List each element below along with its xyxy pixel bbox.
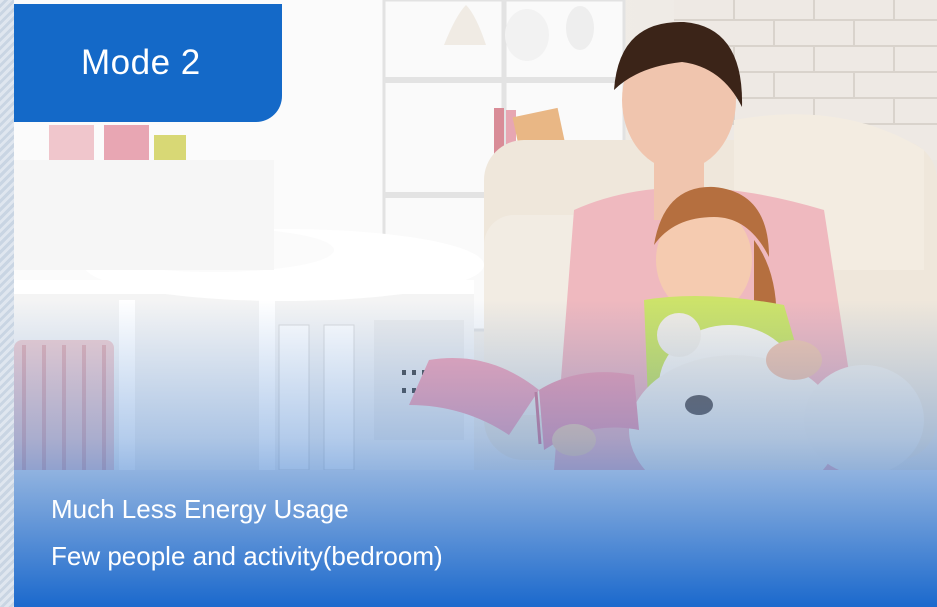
mode-label: Mode 2 [81, 43, 201, 82]
caption-occupancy: Few people and activity(bedroom) [51, 541, 443, 571]
caption-energy-usage: Much Less Energy Usage [51, 494, 349, 524]
mode-badge: Mode 2 [14, 4, 282, 122]
decorative-side-stripe [0, 0, 14, 607]
mode-card: Mode 2 Much Less Energy Usage Few people… [0, 0, 937, 607]
